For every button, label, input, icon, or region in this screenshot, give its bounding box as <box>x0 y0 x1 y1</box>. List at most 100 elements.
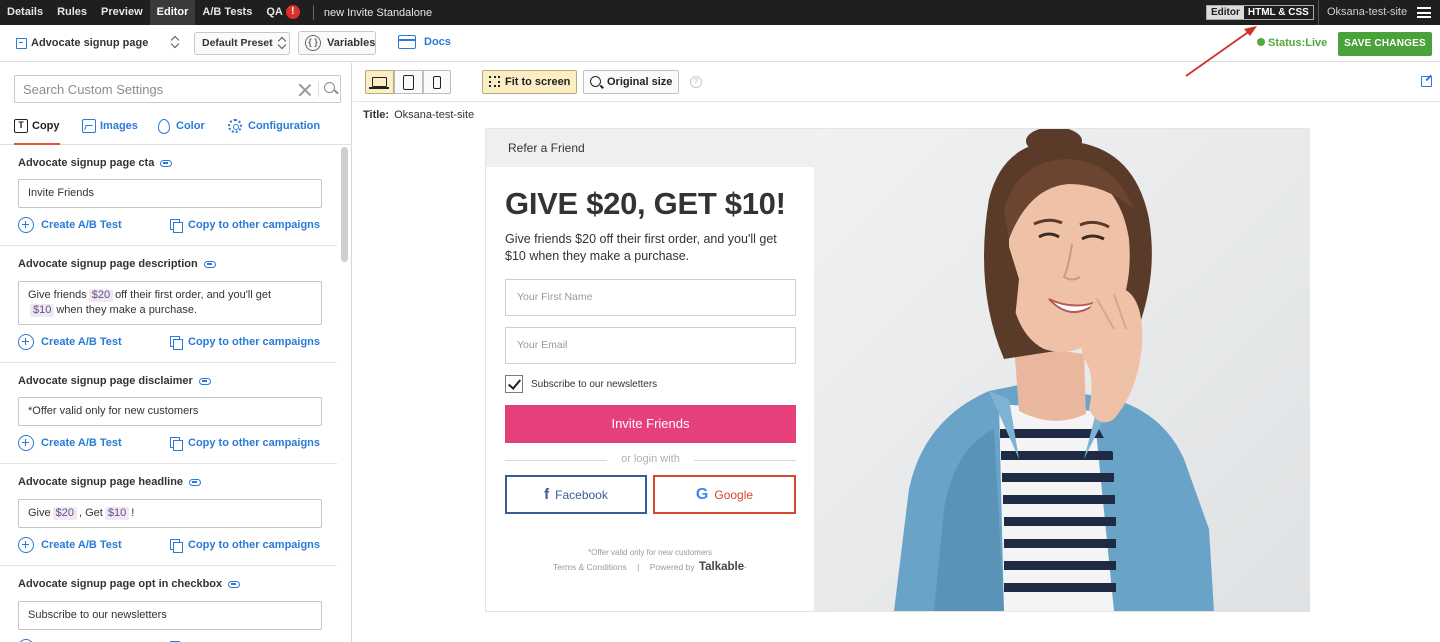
text-icon: T <box>14 119 28 133</box>
phone-view-button[interactable] <box>423 70 451 94</box>
tablet-view-button[interactable] <box>394 70 423 94</box>
preset-select[interactable]: Default Preset <box>194 32 290 55</box>
setting-opt-in-field[interactable]: Subscribe to our newsletters <box>18 601 322 630</box>
docs-link[interactable]: Docs <box>398 35 451 49</box>
setting-disclaimer-field[interactable]: *Offer valid only for new customers <box>18 397 322 426</box>
footer-separator: | <box>637 562 640 572</box>
setting-headline-field[interactable]: Give $20, Get $10! <box>18 499 322 528</box>
variables-button[interactable]: { } Variables <box>298 31 376 55</box>
woman-photo-illustration <box>814 129 1310 611</box>
google-login-button[interactable]: G Google <box>653 475 796 514</box>
offer-description: Give friends $20 off their first order, … <box>505 232 777 263</box>
clear-icon[interactable] <box>298 83 311 96</box>
variable-token: $20 <box>52 507 77 520</box>
copy-icon <box>170 437 183 451</box>
copy-to-campaigns-link[interactable]: Copy to other campaigns <box>170 334 320 350</box>
tab-images[interactable]: Images <box>82 117 138 145</box>
tab-ab-tests[interactable]: A/B Tests <box>195 0 259 25</box>
mode-html-css-button[interactable]: HTML & CSS <box>1243 6 1313 19</box>
variable-token: $10 <box>30 304 55 317</box>
site-selector[interactable]: Oksana-test-site <box>1318 0 1407 25</box>
docs-box-icon <box>398 35 416 49</box>
offer-headline: GIVE $20, GET $10! <box>505 186 786 221</box>
offer-preview: Refer a Friend GIVE $20, GET $10! Give f… <box>485 128 1310 612</box>
subscribe-checkbox[interactable] <box>505 375 523 393</box>
create-ab-test-link[interactable]: Create A/B Test <box>18 334 122 350</box>
create-ab-test-link[interactable]: Create A/B Test <box>18 537 122 553</box>
status-value: Live <box>1305 37 1328 49</box>
talkable-logo: Talkable <box>698 561 745 573</box>
tab-rules[interactable]: Rules <box>50 0 94 25</box>
status-label: Status: <box>1268 37 1306 49</box>
create-ab-test-link[interactable]: Create A/B Test <box>18 435 122 451</box>
terms-link[interactable]: Terms & Conditions <box>553 562 627 572</box>
invite-friends-button[interactable]: Invite Friends <box>505 405 796 443</box>
setting-label: Advocate signup page opt in checkbox <box>18 578 241 590</box>
link-icon[interactable] <box>228 581 241 588</box>
plus-circle-icon <box>18 435 34 451</box>
tab-qa[interactable]: QA! <box>259 0 307 25</box>
subscribe-label: Subscribe to our newsletters <box>531 379 658 390</box>
tab-copy[interactable]: T Copy <box>14 117 60 145</box>
top-nav: Details Rules Preview Editor A/B Tests Q… <box>0 0 1440 25</box>
talkable-mark-icon: · <box>744 562 747 572</box>
tab-color[interactable]: Color <box>158 117 205 145</box>
tab-color-label: Color <box>176 120 205 132</box>
offer-form-panel: Refer a Friend GIVE $20, GET $10! Give f… <box>486 129 814 611</box>
copy-icon <box>170 539 183 553</box>
zoom-icon <box>590 76 601 87</box>
desktop-view-button[interactable] <box>365 70 394 94</box>
copy-to-campaigns-link[interactable]: Copy to other campaigns <box>170 435 320 451</box>
tab-copy-label: Copy <box>32 120 60 132</box>
setting-section: Advocate signup page opt in checkbox Sub… <box>0 566 337 642</box>
page-select[interactable]: Advocate signup page <box>10 32 182 54</box>
sidebar-scrollbar[interactable] <box>341 147 348 262</box>
copy-to-campaigns-link[interactable]: Copy to other campaigns <box>170 537 320 553</box>
settings-tabs: T Copy Images Color Configuration <box>0 111 352 145</box>
mode-editor-button[interactable]: Editor <box>1207 6 1244 19</box>
offer-footer: Terms & Conditions | Powered by Talkable… <box>486 561 814 573</box>
tab-preview[interactable]: Preview <box>94 0 150 25</box>
tab-configuration[interactable]: Configuration <box>228 117 320 145</box>
search-input[interactable] <box>15 76 300 102</box>
tablet-icon <box>403 75 414 90</box>
preview-title-value: Oksana-test-site <box>394 109 475 121</box>
setting-label: Advocate signup page disclaimer <box>18 375 211 387</box>
copy-to-campaigns-link[interactable]: Copy to other campaigns <box>170 217 320 233</box>
fit-to-screen-button[interactable]: Fit to screen <box>482 70 577 94</box>
external-link-icon[interactable] <box>1421 76 1432 87</box>
help-icon[interactable]: ? <box>690 76 702 88</box>
search-icon[interactable] <box>318 81 335 97</box>
setting-cta-field[interactable]: Invite Friends <box>18 179 322 208</box>
email-input[interactable]: Your Email <box>505 327 796 364</box>
original-size-button[interactable]: Original size <box>583 70 679 94</box>
save-changes-button[interactable]: SAVE CHANGES <box>1338 32 1432 56</box>
setting-actions: Create A/B Test Copy to other campaigns <box>18 537 322 555</box>
droplet-icon <box>158 119 170 134</box>
tab-editor[interactable]: Editor <box>149 0 196 25</box>
setting-actions: Create A/B Test Copy to other campaigns <box>18 435 322 453</box>
link-icon[interactable] <box>203 261 216 268</box>
facebook-login-button[interactable]: f Facebook <box>505 475 647 514</box>
setting-section: Advocate signup page disclaimer *Offer v… <box>0 363 337 464</box>
link-icon[interactable] <box>189 479 202 486</box>
create-ab-test-link[interactable]: Create A/B Test <box>18 217 122 233</box>
plus-circle-icon <box>18 334 34 350</box>
link-icon[interactable] <box>198 378 211 385</box>
variable-token: $20 <box>88 289 114 302</box>
or-login-divider: or login with <box>505 453 796 467</box>
campaign-name: new Invite Standalone <box>323 6 433 19</box>
setting-section: Advocate signup page headline Give $20, G… <box>0 464 337 566</box>
tab-details[interactable]: Details <box>0 0 50 25</box>
link-icon[interactable] <box>160 160 173 167</box>
tab-configuration-label: Configuration <box>248 120 321 132</box>
preview-title: Title: Oksana-test-site <box>363 109 475 121</box>
setting-section: Advocate signup page cta Invite Friends … <box>0 145 337 246</box>
setting-label: Advocate signup page cta <box>18 157 173 169</box>
setting-description-field[interactable]: Give friends $20 off their first order, an… <box>18 281 322 325</box>
preview-toolbar: Fit to screen Original size ? <box>353 63 1440 102</box>
first-name-input[interactable]: Your First Name <box>505 279 796 316</box>
hero-photo <box>814 129 1310 611</box>
hamburger-menu-icon[interactable] <box>1417 7 1431 18</box>
editor-toolbar: Advocate signup page Default Preset { } … <box>0 25 1440 62</box>
